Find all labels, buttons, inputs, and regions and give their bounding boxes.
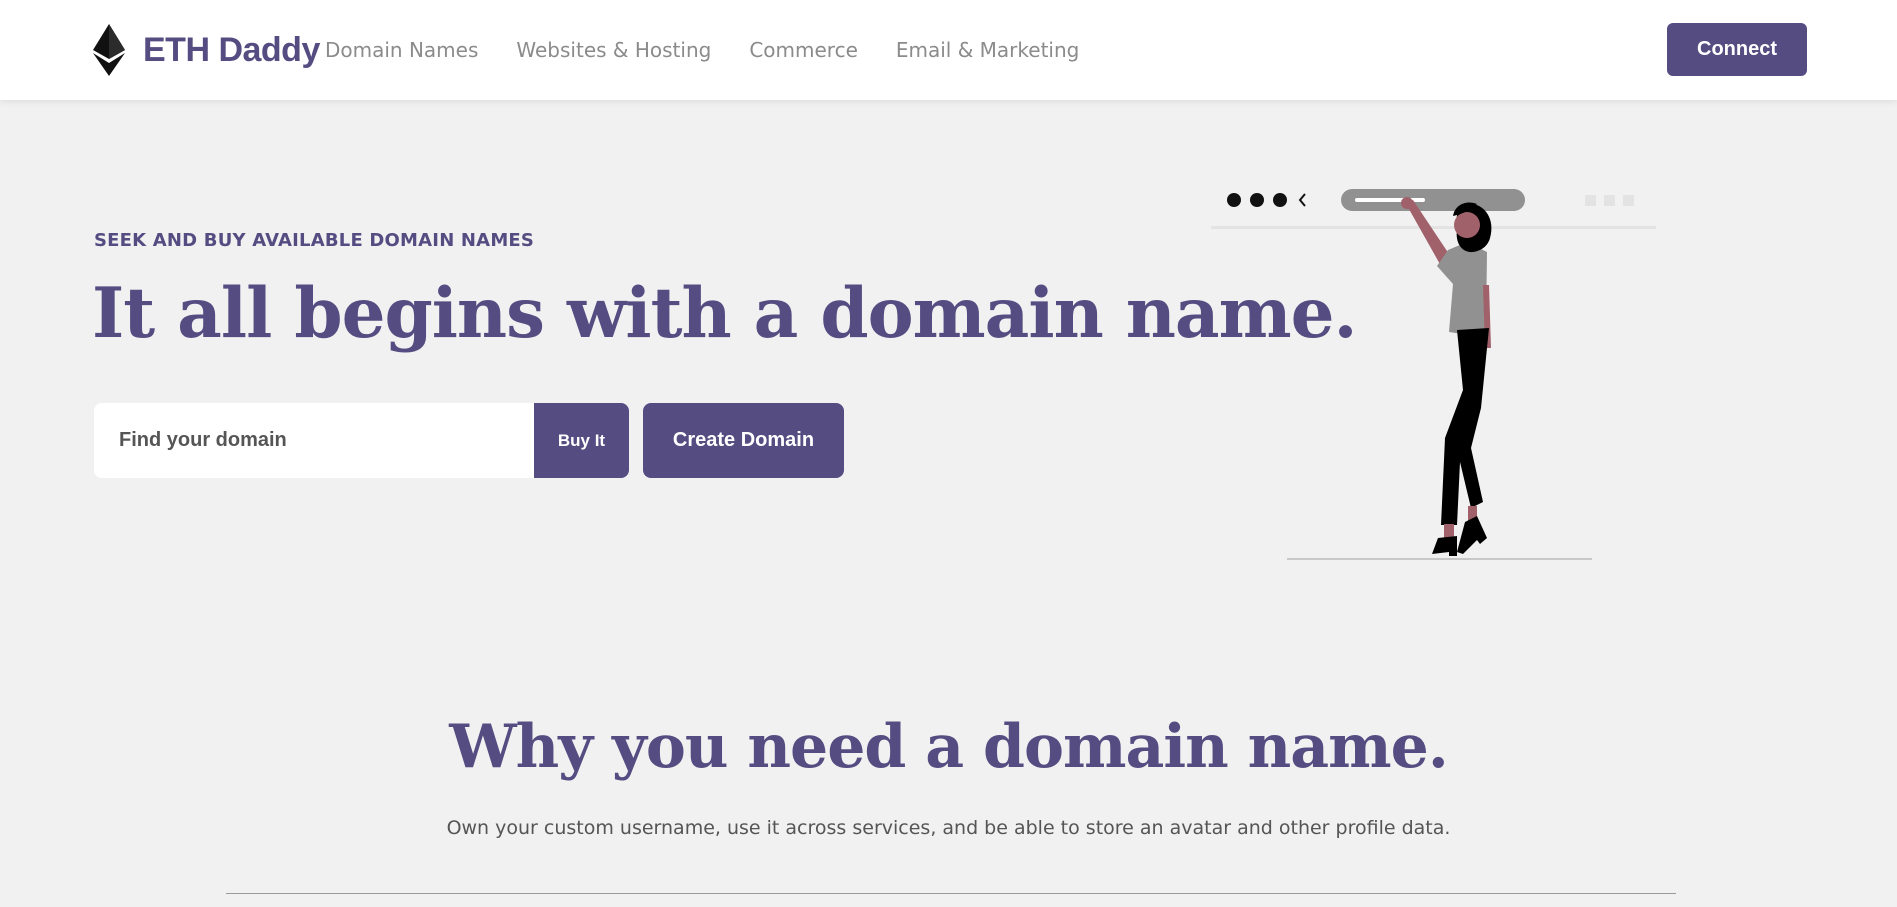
main-nav: Domain Names Websites & Hosting Commerce…: [325, 38, 1117, 62]
browser-dot-icon: [1250, 193, 1264, 207]
why-section-subtitle: Own your custom username, use it across …: [446, 817, 1451, 839]
create-domain-button[interactable]: Create Domain: [643, 403, 844, 478]
nav-link-websites-hosting[interactable]: Websites & Hosting: [516, 38, 711, 62]
connect-button[interactable]: Connect: [1667, 23, 1807, 76]
hero-title: It all begins with a domain name.: [92, 273, 1358, 354]
why-section-title: Why you need a domain name.: [449, 712, 1448, 782]
top-navbar: ETH Daddy Domain Names Websites & Hostin…: [0, 0, 1897, 100]
chevron-left-icon: [1298, 193, 1306, 207]
domain-search-input[interactable]: [94, 403, 534, 478]
ethereum-logo-icon: [93, 24, 125, 76]
browser-dot-icon: [1273, 193, 1287, 207]
nav-link-email-marketing[interactable]: Email & Marketing: [896, 38, 1079, 62]
nav-link-domain-names[interactable]: Domain Names: [325, 38, 478, 62]
browser-dot-icon: [1227, 193, 1241, 207]
nav-link-commerce[interactable]: Commerce: [749, 38, 858, 62]
person-at-browser-illustration: [1211, 189, 1656, 560]
brand-name: ETH Daddy: [143, 30, 320, 69]
domain-search-box: Buy It: [94, 403, 629, 478]
section-divider: [226, 893, 1676, 894]
hero-eyebrow: SEEK AND BUY AVAILABLE DOMAIN NAMES: [94, 230, 535, 251]
brand-logo[interactable]: ETH Daddy: [93, 24, 320, 76]
buy-it-button[interactable]: Buy It: [534, 403, 629, 478]
